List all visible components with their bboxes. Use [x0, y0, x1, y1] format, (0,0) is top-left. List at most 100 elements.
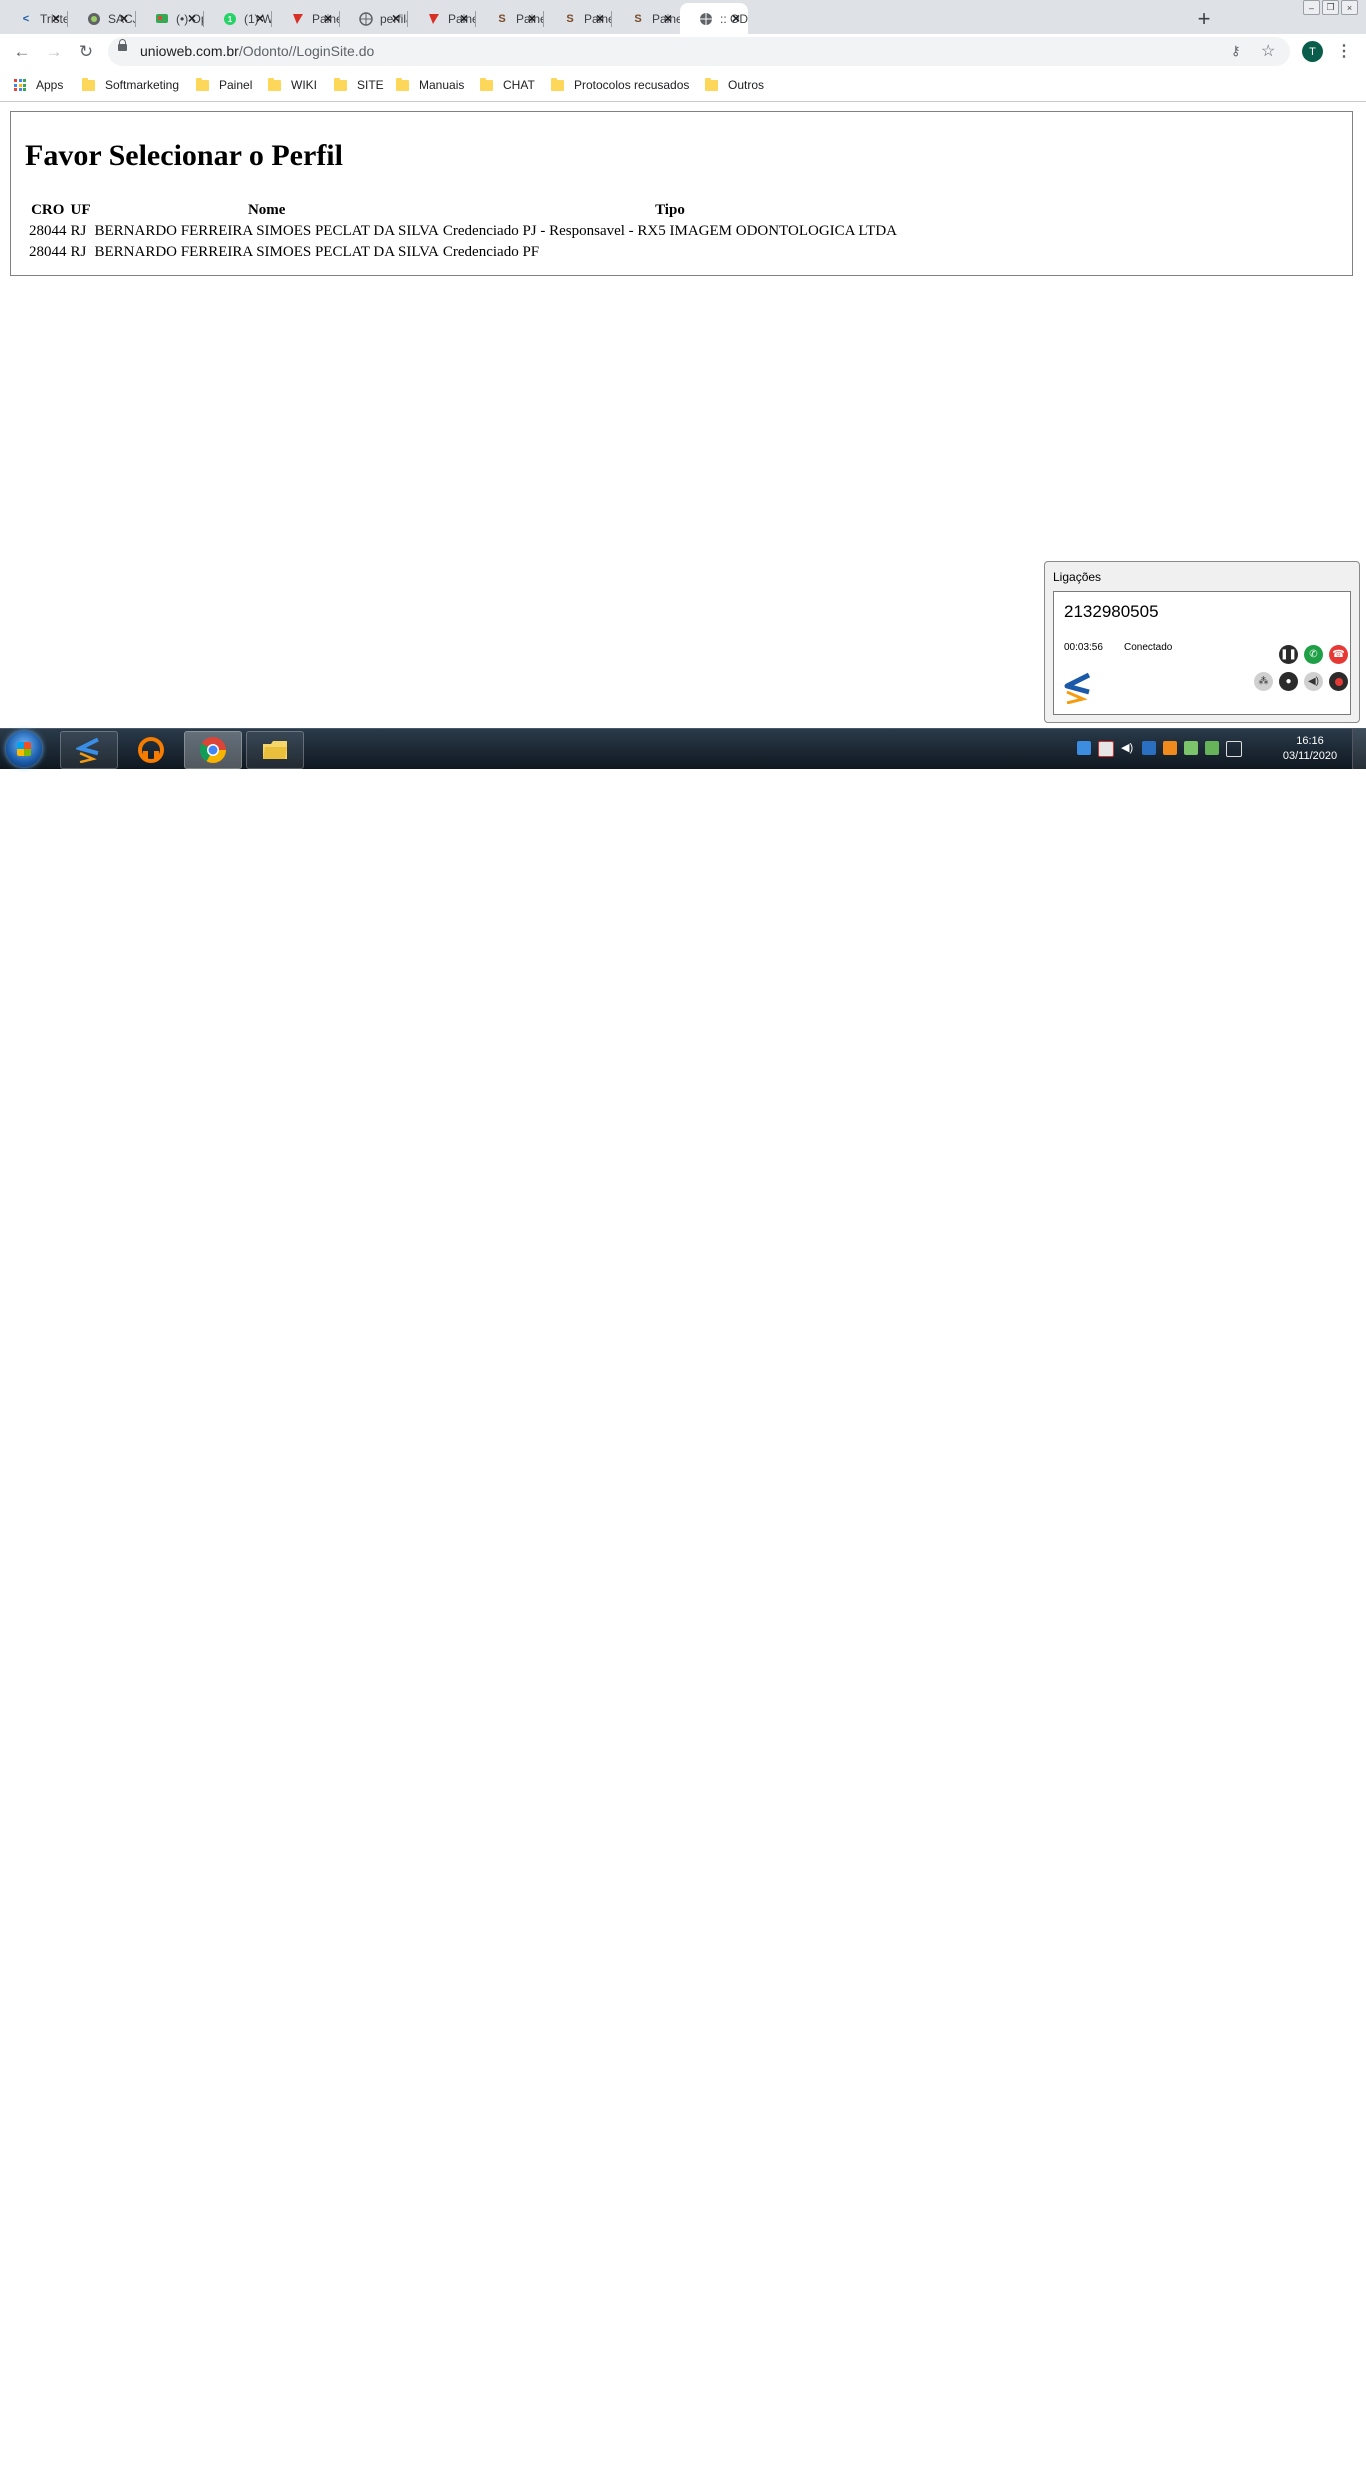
bookmark-label: Manuais	[419, 78, 465, 92]
bookmark-manuais[interactable]: Manuais	[396, 77, 465, 92]
softphone-tray-icon[interactable]	[1142, 741, 1156, 755]
cell-uf[interactable]: RJ	[70, 222, 92, 241]
phone-icon: ✆	[1309, 649, 1318, 660]
network-tray-icon[interactable]	[1184, 741, 1198, 755]
call-panel: 2132980505 00:03:56 Conectado ❚❚ ✆ ☎ ⁂ ●…	[1053, 591, 1351, 715]
close-icon[interactable]: ×	[664, 10, 672, 26]
bookmark-chat[interactable]: CHAT	[480, 77, 535, 92]
call-duration: 00:03:56	[1064, 642, 1103, 653]
taskbar-app-headset[interactable]	[122, 731, 180, 769]
bookmark-wiki[interactable]: WIKI	[268, 77, 317, 92]
record-button[interactable]	[1329, 672, 1348, 691]
reload-icon[interactable]: ↻	[76, 42, 96, 62]
close-icon[interactable]: ×	[596, 10, 604, 26]
folder-icon	[82, 77, 95, 91]
cell-nome[interactable]: BERNARDO FERREIRA SIMOES PECLAT DA SILVA	[94, 222, 440, 241]
cell-uf[interactable]: RJ	[70, 243, 92, 262]
app-tray-icon[interactable]	[1163, 741, 1177, 755]
forward-arrow-icon[interactable]: →	[44, 42, 64, 62]
bookmarks-bar: Apps Softmarketing Painel WIKI SITE Manu…	[0, 70, 1366, 102]
tab-9[interactable]: S Painel - ×	[612, 3, 680, 34]
call-number: 2132980505	[1064, 602, 1159, 621]
clock-date: 03/11/2020	[1282, 750, 1338, 762]
table-row[interactable]: 28044 RJ BERNARDO FERREIRA SIMOES PECLAT…	[28, 222, 898, 241]
answer-button[interactable]: ✆	[1304, 645, 1323, 664]
restore-button[interactable]: ❐	[1322, 0, 1339, 15]
start-button[interactable]	[6, 731, 42, 767]
bookmark-outros[interactable]: Outros	[705, 77, 764, 92]
close-icon[interactable]: ×	[528, 10, 536, 26]
bookmark-apps[interactable]: Apps	[14, 78, 63, 92]
folder-icon	[396, 77, 409, 91]
cell-tipo[interactable]: Credenciado PF	[442, 243, 898, 262]
menu-dots-icon[interactable]: ⋮	[1336, 41, 1352, 61]
tab-2[interactable]: (•) Oper ×	[136, 3, 204, 34]
bookmark-painel[interactable]: Painel	[196, 77, 252, 92]
volume-icon[interactable]: ◀)	[1121, 741, 1135, 755]
show-desktop-button[interactable]	[1352, 729, 1366, 769]
profiles-table: CRO UF Nome Tipo 28044 RJ BERNARDO FERRE…	[26, 199, 900, 264]
table-row[interactable]: 28044 RJ BERNARDO FERREIRA SIMOES PECLAT…	[28, 243, 898, 262]
taskbar-app-explorer[interactable]	[246, 731, 304, 769]
folder-icon	[268, 77, 281, 91]
bookmark-label: Softmarketing	[105, 78, 180, 92]
hangup-button[interactable]: ☎	[1329, 645, 1348, 664]
microphone-icon: ●	[1285, 676, 1292, 687]
tab-8[interactable]: S Painel - ×	[544, 3, 612, 34]
column-header-nome: Nome	[247, 202, 286, 218]
headset-icon	[138, 737, 164, 763]
tab-1[interactable]: SACJ - S ×	[68, 3, 136, 34]
close-icon[interactable]: ×	[460, 10, 468, 26]
back-arrow-icon[interactable]: ←	[12, 42, 32, 62]
display-tray-icon[interactable]	[1226, 741, 1242, 757]
close-icon[interactable]: ×	[324, 10, 332, 26]
softphone-window: Ligações 2132980505 00:03:56 Conectado ❚…	[1044, 561, 1360, 723]
dialpad-button[interactable]: ⁂	[1254, 672, 1273, 691]
clock-time: 16:16	[1296, 735, 1324, 747]
key-icon[interactable]: ⚷	[1231, 43, 1241, 59]
new-tab-button[interactable]: +	[1189, 4, 1219, 34]
tab-10-active[interactable]: :: ODON ×	[680, 3, 748, 34]
flag-icon[interactable]	[1098, 741, 1114, 757]
teamviewer-icon[interactable]	[1077, 741, 1091, 755]
cell-tipo[interactable]: Credenciado PJ - Responsavel - RX5 IMAGE…	[442, 222, 898, 241]
close-icon[interactable]: ×	[256, 10, 264, 26]
cell-cro[interactable]: 28044	[28, 222, 68, 241]
url-text[interactable]: unioweb.com.br/Odonto//LoginSite.do	[140, 43, 374, 59]
close-icon[interactable]: ×	[392, 10, 400, 26]
bookmark-site[interactable]: SITE	[334, 77, 384, 92]
pause-button[interactable]: ❚❚	[1279, 645, 1298, 664]
tab-4[interactable]: Painel - ×	[272, 3, 340, 34]
column-header-uf: UF	[70, 202, 91, 218]
s-panel-icon: S	[566, 12, 574, 25]
tab-7[interactable]: S Painel - ×	[476, 3, 544, 34]
column-header-cro: CRO	[31, 202, 65, 218]
tab-5[interactable]: perfilato ×	[340, 3, 408, 34]
address-bar[interactable]: unioweb.com.br/Odonto//LoginSite.do ⚷ ☆	[108, 37, 1290, 66]
table-header-row: CRO UF Nome Tipo	[28, 201, 898, 220]
profile-avatar[interactable]: T	[1302, 41, 1323, 62]
bookmark-protocolos-recusados[interactable]: Protocolos recusados	[551, 77, 689, 92]
close-icon[interactable]: ×	[120, 10, 128, 26]
taskbar-app-chrome[interactable]	[184, 731, 242, 769]
bookmark-softmarketing[interactable]: Softmarketing	[82, 77, 180, 92]
monitor-tray-icon[interactable]	[1205, 741, 1219, 755]
close-window-button[interactable]: ×	[1341, 0, 1358, 15]
chrome-icon	[199, 737, 227, 764]
minimize-button[interactable]: –	[1303, 0, 1320, 15]
folder-icon	[196, 77, 209, 91]
tab-strip: < Tristeria × SACJ - S × (•) Oper × 1 (1…	[0, 0, 1366, 34]
cell-cro[interactable]: 28044	[28, 243, 68, 262]
volume-button[interactable]: ◀)	[1304, 672, 1323, 691]
close-icon[interactable]: ×	[188, 10, 196, 26]
star-icon[interactable]: ☆	[1261, 41, 1275, 61]
tab-6[interactable]: Painel - ×	[408, 3, 476, 34]
system-clock[interactable]: 16:16 03/11/2020	[1280, 734, 1340, 764]
taskbar-app-softphone[interactable]	[60, 731, 118, 769]
close-icon[interactable]: ×	[52, 10, 60, 26]
mute-button[interactable]: ●	[1279, 672, 1298, 691]
tab-3[interactable]: 1 (1) Wha ×	[204, 3, 272, 34]
tab-0[interactable]: < Tristeria ×	[0, 3, 68, 34]
cell-nome[interactable]: BERNARDO FERREIRA SIMOES PECLAT DA SILVA	[94, 243, 440, 262]
close-icon[interactable]: ×	[732, 10, 740, 26]
